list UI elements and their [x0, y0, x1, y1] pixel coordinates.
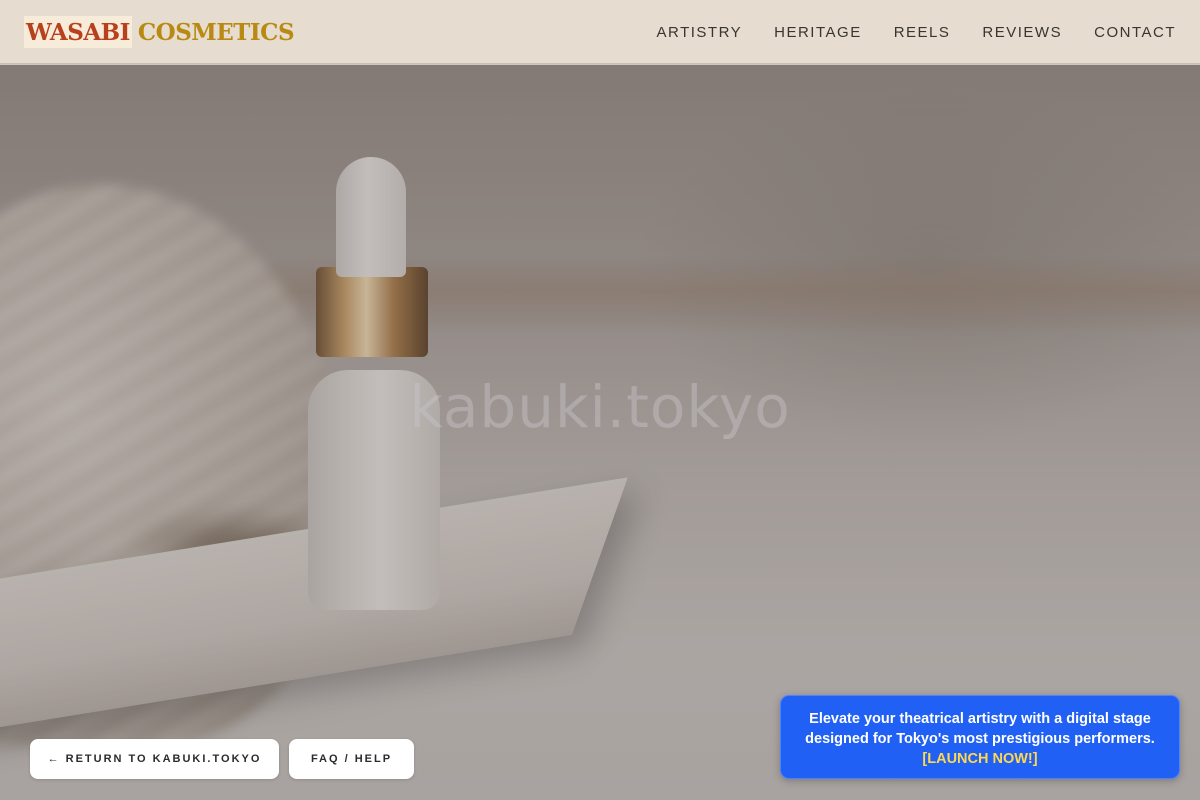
nav-item-artistry[interactable]: ARTISTRY: [657, 24, 743, 41]
faq-help-button[interactable]: FAQ / HELP: [289, 739, 414, 779]
hero-section: kabuki.tokyo: [0, 65, 1200, 800]
logo-wordmark-wasabi: WASABI: [24, 16, 132, 48]
nav-item-contact[interactable]: CONTACT: [1094, 24, 1176, 41]
hero-title: kabuki.tokyo: [409, 373, 791, 441]
promo-banner: Elevate your theatrical artistry with a …: [780, 695, 1180, 779]
nav-item-reviews[interactable]: REVIEWS: [982, 24, 1062, 41]
return-button[interactable]: ← RETURN TO KABUKI.TOKYO: [30, 739, 279, 779]
main-nav: ARTISTRY HERITAGE REELS REVIEWS CONTACT: [657, 0, 1177, 64]
nav-item-heritage[interactable]: HERITAGE: [774, 24, 862, 41]
site-header: WASABI COSMETICS ARTISTRY HERITAGE REELS…: [0, 0, 1200, 64]
promo-launch-link[interactable]: [LAUNCH NOW!]: [922, 751, 1037, 767]
nav-item-reels[interactable]: REELS: [894, 24, 951, 41]
logo[interactable]: WASABI COSMETICS: [24, 16, 295, 48]
promo-text: Elevate your theatrical artistry with a …: [805, 711, 1155, 747]
logo-wordmark-cosmetics: COSMETICS: [137, 18, 295, 46]
